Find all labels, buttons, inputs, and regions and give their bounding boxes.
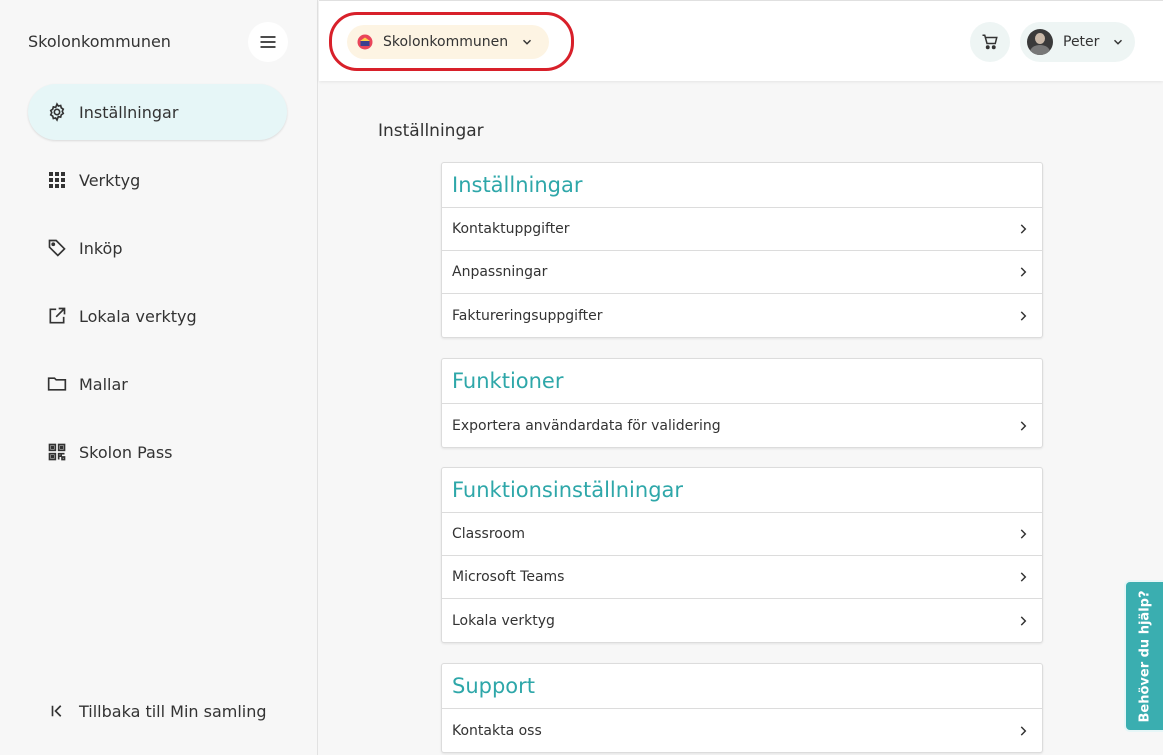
settings-row-classroom[interactable]: Classroom xyxy=(442,513,1042,556)
help-tab-label: Behöver du hjälp? xyxy=(1137,589,1153,723)
chevron-down-icon xyxy=(523,39,532,45)
sidebar-item-label: Mallar xyxy=(79,374,128,394)
chevron-down-icon xyxy=(1114,39,1123,45)
chevron-right-icon xyxy=(1020,572,1027,582)
user-menu-button[interactable]: Peter xyxy=(1020,22,1135,62)
folder-icon xyxy=(46,373,68,395)
sidebar-item-lokala-verktyg[interactable]: Lokala verktyg xyxy=(28,288,287,344)
back-to-collection-link[interactable]: Tillbaka till Min samling xyxy=(46,700,267,722)
chevron-right-icon xyxy=(1020,615,1027,626)
card-title: Support xyxy=(442,664,1042,709)
settings-row-exportera-anvandardata[interactable]: Exportera användardata för validering xyxy=(442,404,1042,447)
top-bar: Skolonkommunen Peter xyxy=(319,0,1163,81)
row-label: Classroom xyxy=(452,526,526,542)
settings-row-anpassningar[interactable]: Anpassningar xyxy=(442,251,1042,294)
qr-code-icon xyxy=(46,441,68,463)
external-link-icon xyxy=(46,305,68,327)
help-tab-button[interactable]: Behöver du hjälp? xyxy=(1124,580,1163,732)
card-title: Funktioner xyxy=(442,359,1042,404)
sidebar-title: Skolonkommunen xyxy=(28,32,171,51)
back-to-start-icon xyxy=(46,700,68,722)
settings-row-microsoft-teams[interactable]: Microsoft Teams xyxy=(442,556,1042,599)
page-title: Inställningar xyxy=(378,121,484,141)
row-label: Kontakta oss xyxy=(452,722,542,739)
sidebar-nav: Inställningar Verktyg Inköp Lokala verkt… xyxy=(28,84,287,492)
row-label: Exportera användardata för validering xyxy=(452,417,721,434)
settings-card-funktioner: Funktioner Exportera användardata för va… xyxy=(441,358,1043,448)
sidebar-item-label: Inköp xyxy=(79,238,123,258)
settings-row-lokala-verktyg[interactable]: Lokala verktyg xyxy=(442,599,1042,642)
organization-logo-icon xyxy=(357,34,373,50)
sidebar-item-verktyg[interactable]: Verktyg xyxy=(28,152,287,208)
row-label: Lokala verktyg xyxy=(452,612,555,629)
tag-icon xyxy=(46,237,68,259)
cart-icon xyxy=(982,34,998,50)
chevron-right-icon xyxy=(1020,725,1027,736)
settings-card-support: Support Kontakta oss xyxy=(441,663,1043,753)
row-label: Anpassningar xyxy=(452,264,548,280)
sidebar-item-inkop[interactable]: Inköp xyxy=(28,220,287,276)
row-label: Faktureringsuppgifter xyxy=(452,307,603,324)
sidebar-item-label: Verktyg xyxy=(79,170,141,190)
sidebar-header: Skolonkommunen xyxy=(28,22,288,62)
sidebar-item-mallar[interactable]: Mallar xyxy=(28,356,287,412)
settings-row-kontakta-oss[interactable]: Kontakta oss xyxy=(442,709,1042,752)
sidebar-item-skolon-pass[interactable]: Skolon Pass xyxy=(28,424,287,480)
gear-icon xyxy=(46,101,68,123)
chevron-right-icon xyxy=(1020,420,1027,431)
settings-row-faktureringsuppgifter[interactable]: Faktureringsuppgifter xyxy=(442,294,1042,337)
chevron-right-icon xyxy=(1020,529,1027,539)
card-title: Inställningar xyxy=(442,163,1042,208)
chevron-right-icon xyxy=(1020,224,1027,234)
apps-grid-icon xyxy=(46,169,68,191)
card-title: Funktionsinställningar xyxy=(442,468,1042,513)
avatar xyxy=(1027,29,1053,55)
user-name: Peter xyxy=(1063,34,1100,50)
row-label: Microsoft Teams xyxy=(452,569,565,585)
sidebar: Skolonkommunen Inställningar Verktyg Ink… xyxy=(0,0,318,755)
organization-name: Skolonkommunen xyxy=(383,34,509,50)
settings-card-funktionsinstallningar: Funktionsinställningar Classroom Microso… xyxy=(441,467,1043,643)
cart-button[interactable] xyxy=(970,22,1010,62)
chevron-right-icon xyxy=(1020,267,1027,277)
hamburger-icon xyxy=(260,36,276,48)
sidebar-item-label: Lokala verktyg xyxy=(79,306,197,326)
sidebar-item-installningar[interactable]: Inställningar xyxy=(28,84,287,140)
organization-selector[interactable]: Skolonkommunen xyxy=(347,25,549,59)
back-link-label: Tillbaka till Min samling xyxy=(79,701,267,721)
sidebar-item-label: Inställningar xyxy=(79,102,179,122)
settings-card-installningar: Inställningar Kontaktuppgifter Anpassnin… xyxy=(441,162,1043,338)
row-label: Kontaktuppgifter xyxy=(452,221,570,237)
chevron-right-icon xyxy=(1020,310,1027,321)
settings-row-kontaktuppgifter[interactable]: Kontaktuppgifter xyxy=(442,208,1042,251)
sidebar-item-label: Skolon Pass xyxy=(79,442,173,462)
menu-toggle-button[interactable] xyxy=(248,22,288,62)
